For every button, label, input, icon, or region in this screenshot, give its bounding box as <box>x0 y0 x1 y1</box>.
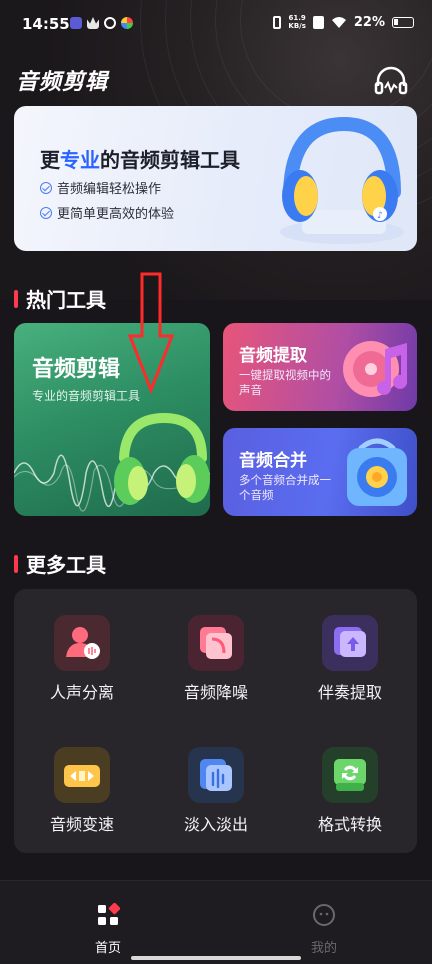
bottom-nav: 首页 我的 <box>0 880 432 964</box>
hot-tools-title: 热门工具 <box>26 288 106 312</box>
format-convert-icon <box>322 747 378 803</box>
network-speed-unit: KB/s <box>288 22 306 30</box>
battery-percent: 22% <box>353 14 385 30</box>
nav-mine-label: 我的 <box>310 941 337 956</box>
check-circle-icon <box>40 206 52 219</box>
banner-title-suffix: 的音频剪辑工具 <box>100 148 240 172</box>
notification-icons <box>70 17 133 29</box>
tool-format-convert-label: 格式转换 <box>317 815 382 834</box>
status-bar: 14:55 61.9 KB/s 22% <box>0 0 432 50</box>
audio-extract-subtitle: 一键提取视频中的声音 <box>239 368 331 397</box>
tool-vocal-separate[interactable]: 人声分离 <box>17 615 147 703</box>
speed-change-icon <box>54 747 110 803</box>
audio-edit-subtitle: 专业的音频剪辑工具 <box>32 389 141 403</box>
sim-off-icon <box>312 15 324 29</box>
speaker-icon <box>347 438 407 506</box>
tool-accompaniment-extract-label: 伴奏提取 <box>317 683 382 702</box>
home-indicator[interactable] <box>131 956 301 960</box>
audio-extract-title: 音频提取 <box>239 346 307 366</box>
noise-reduce-icon <box>188 615 244 671</box>
banner-title: 更专业的音频剪辑工具 <box>40 144 240 173</box>
tool-speed-change-label: 音频变速 <box>49 815 114 834</box>
banner-feature-2-text: 更简单更高效的体验 <box>57 207 175 222</box>
tool-vocal-separate-label: 人声分离 <box>49 683 114 702</box>
hot-tools-header: 热门工具 <box>14 284 106 313</box>
network-speed-value: 61.9 <box>288 14 306 22</box>
nav-home[interactable]: 首页 <box>68 902 148 956</box>
section-accent-bar <box>14 289 18 308</box>
svg-text:♪: ♪ <box>377 211 383 221</box>
fade-icon <box>188 747 244 803</box>
tool-fade-label: 淡入淡出 <box>183 815 248 834</box>
vibrate-icon <box>273 15 282 29</box>
audio-extract-card[interactable]: 音频提取 一键提取视频中的声音 <box>223 323 417 411</box>
colorful-app-icon <box>121 17 133 29</box>
tool-noise-reduce-label: 音频降噪 <box>183 683 248 702</box>
tool-noise-reduce[interactable]: 音频降噪 <box>151 615 281 703</box>
banner-title-highlight: 专业 <box>60 148 100 172</box>
network-speed: 61.9 KB/s <box>288 14 305 30</box>
annotation-arrow-icon <box>128 272 174 394</box>
vinyl-music-icon <box>343 341 408 397</box>
audio-merge-title: 音频合并 <box>239 451 307 471</box>
tool-accompaniment-extract[interactable]: 伴奏提取 <box>285 615 415 703</box>
app-notification-icon <box>104 17 116 29</box>
nav-home-label: 首页 <box>94 941 121 956</box>
banner-title-prefix: 更 <box>40 148 60 172</box>
crown-icon <box>87 17 99 29</box>
audio-edit-card[interactable]: 音频剪辑 专业的音频剪辑工具 <box>14 323 210 516</box>
audio-merge-card[interactable]: 音频合并 多个音频合并成一个音频 <box>223 428 417 516</box>
headphone-icon[interactable] <box>374 66 408 96</box>
audio-merge-subtitle: 多个音频合并成一个音频 <box>239 473 331 502</box>
audio-edit-title: 音频剪辑 <box>32 357 121 382</box>
waveform-icon <box>14 413 210 512</box>
tool-fade[interactable]: 淡入淡出 <box>151 747 281 835</box>
tool-speed-change[interactable]: 音频变速 <box>17 747 147 835</box>
banner-feature-1: 音频编辑轻松操作 <box>40 178 161 197</box>
more-tools-title: 更多工具 <box>26 553 106 577</box>
home-grid-icon <box>98 902 121 925</box>
promo-banner[interactable]: 更专业的音频剪辑工具 音频编辑轻松操作 更简单更高效的体验 ♪ <box>14 106 417 251</box>
battery-icon <box>392 16 414 28</box>
banner-feature-1-text: 音频编辑轻松操作 <box>57 182 162 197</box>
section-accent-bar <box>14 554 18 573</box>
more-tools-panel: 人声分离 音频降噪 伴奏提取 音频变速 淡入淡出 格式转换 <box>14 589 417 853</box>
headphone-illustration-icon: ♪ <box>280 116 404 244</box>
accompaniment-extract-icon <box>322 615 378 671</box>
wifi-icon <box>331 16 346 28</box>
vocal-separate-icon <box>54 615 110 671</box>
status-time: 14:55 <box>22 15 70 33</box>
more-tools-header: 更多工具 <box>14 549 106 578</box>
app-notification-icon <box>70 17 82 29</box>
banner-feature-2: 更简单更高效的体验 <box>40 203 174 222</box>
nav-mine[interactable]: 我的 <box>284 903 364 956</box>
tool-format-convert[interactable]: 格式转换 <box>285 747 415 835</box>
check-circle-icon <box>40 181 52 194</box>
status-right: 61.9 KB/s 22% <box>273 14 414 30</box>
profile-icon <box>313 904 335 926</box>
page-title: 音频剪辑 <box>16 70 109 95</box>
